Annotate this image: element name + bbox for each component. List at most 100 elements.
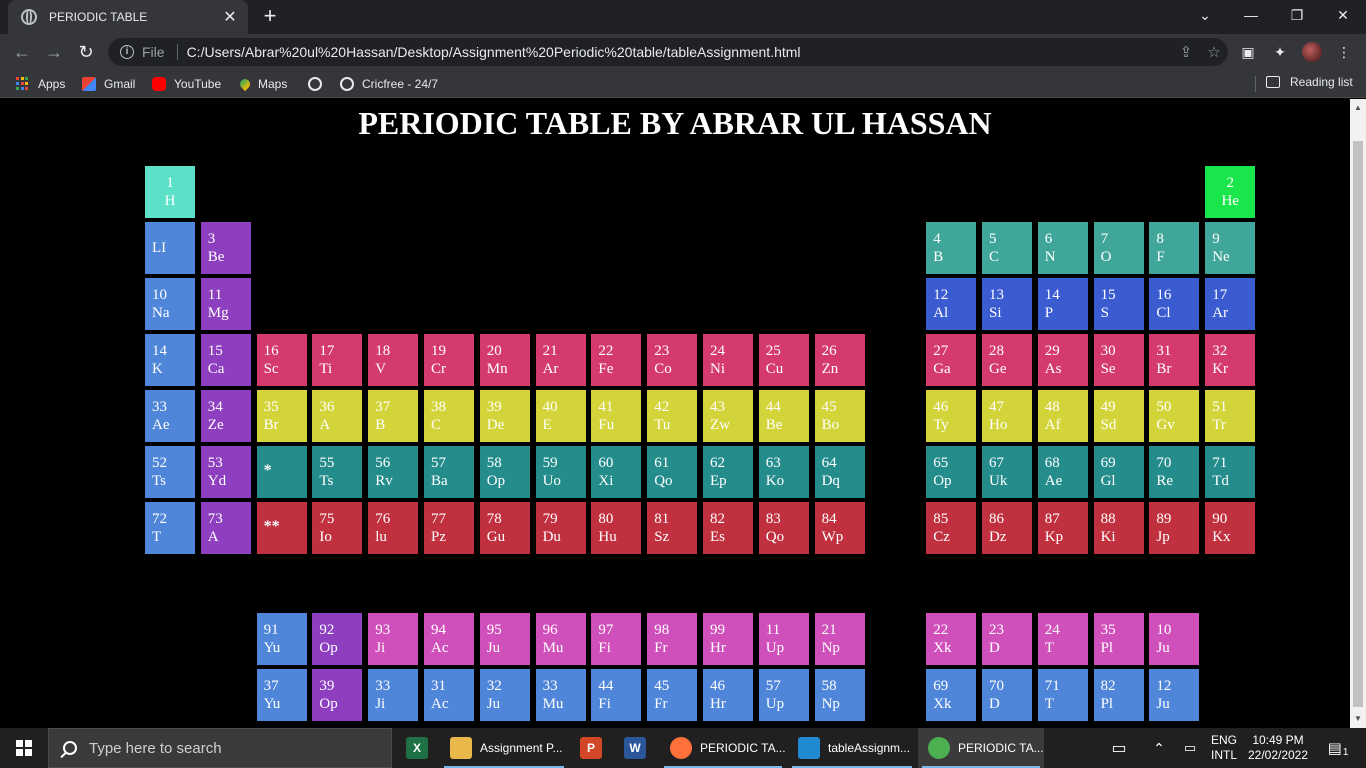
element-number: 67 — [989, 455, 1004, 471]
bookmark-star-icon[interactable]: ☆ — [1200, 43, 1228, 61]
element-cell: 56 Rv — [368, 446, 419, 498]
element-cell: 70 D — [982, 669, 1032, 721]
bookmark-globe[interactable] — [308, 75, 330, 93]
element-number: 99 — [710, 622, 725, 638]
menu-kebab-icon[interactable]: ⋮ — [1334, 42, 1354, 62]
element-cell: 31 Ac — [424, 669, 474, 721]
element-cell: 64 Dq — [814, 446, 865, 498]
media-icon[interactable]: ▣ — [1238, 42, 1258, 62]
element-symbol: Ep — [710, 473, 727, 489]
back-arrow-icon[interactable]: ← — [10, 40, 34, 64]
element-number: 31 — [1156, 343, 1172, 359]
search-icon — [63, 741, 77, 755]
globe-icon — [21, 9, 37, 25]
element-symbol: E — [542, 417, 552, 433]
powerpoint-icon: P — [580, 737, 602, 759]
taskbar-app-button[interactable]: PERIODIC TA... — [660, 728, 786, 768]
element-symbol: Sc — [263, 361, 279, 377]
element-number: 22 — [933, 622, 949, 638]
taskbar-app-button[interactable]: W — [614, 728, 658, 768]
language-indicator[interactable]: ENG INTL — [1206, 728, 1242, 768]
element-number: 3 — [207, 231, 216, 247]
element-symbol: Gl — [1100, 473, 1116, 489]
share-icon[interactable]: ⇪ — [1172, 43, 1200, 61]
element-symbol: Rv — [375, 473, 393, 489]
element-number: 10 — [1156, 622, 1172, 638]
element-symbol: Ni — [710, 361, 725, 377]
element-number: 12 — [1156, 678, 1172, 694]
element-cell: 29 As — [1037, 334, 1088, 386]
element-cell: 14 K — [145, 334, 195, 386]
minimize-button[interactable]: — — [1228, 0, 1274, 30]
scroll-up-arrow-icon[interactable]: ▲ — [1350, 101, 1366, 115]
bookmark-cricfree[interactable]: Cricfree - 24/7 — [340, 75, 438, 93]
element-cell: 21 Np — [814, 613, 865, 665]
restore-button[interactable]: ❐ — [1274, 0, 1320, 30]
element-symbol: Mg — [207, 305, 229, 321]
element-symbol: Op — [486, 473, 506, 489]
element-number: 79 — [542, 511, 558, 527]
element-cell: 80 Hu — [591, 502, 642, 554]
element-symbol: Be — [765, 417, 783, 433]
notifications-icon[interactable]: ▤ 1 — [1318, 728, 1358, 768]
browser-tab[interactable]: PERIODIC TABLE ✕ — [8, 0, 248, 34]
chevron-up-icon[interactable]: ⌃ — [1146, 728, 1172, 768]
element-cell: 6N — [1037, 222, 1088, 274]
address-bar[interactable]: i File C:/Users/Abrar%20ul%20Hassan/Desk… — [108, 38, 1228, 66]
extensions-icon[interactable]: ✦ — [1270, 42, 1290, 62]
element-number: 51 — [1212, 399, 1228, 415]
element-number: 70 — [1156, 455, 1172, 471]
element-symbol: Dq — [821, 473, 840, 489]
element-symbol: A — [319, 417, 331, 433]
url-text[interactable]: C:/Users/Abrar%20ul%20Hassan/Desktop/Ass… — [187, 44, 1172, 60]
bookmark-gmail[interactable]: Gmail — [82, 75, 135, 93]
element-symbol: Hr — [710, 640, 726, 656]
info-icon[interactable]: i — [120, 45, 134, 59]
windows-logo-icon — [16, 740, 32, 756]
taskbar-app-button[interactable]: P — [570, 728, 614, 768]
element-number: 17 — [319, 343, 335, 359]
tab-close-button[interactable]: ✕ — [220, 7, 240, 27]
element-symbol: Np — [821, 640, 840, 656]
element-cell: 18 V — [368, 334, 419, 386]
reload-icon[interactable]: ↻ — [74, 40, 98, 64]
taskbar-app-button[interactable]: tableAssignm... — [788, 728, 916, 768]
new-tab-button[interactable]: + — [258, 4, 282, 28]
bookmark-youtube[interactable]: YouTube — [152, 75, 221, 93]
notification-bubble-icon: ▤ — [1327, 740, 1342, 757]
element-cell: 81 Sz — [647, 502, 698, 554]
bookmark-apps[interactable]: Apps — [16, 75, 65, 93]
element-number: 50 — [1156, 399, 1172, 415]
clock[interactable]: 10:49 PM 22/02/2022 — [1244, 728, 1312, 768]
element-cell: 23 Co — [647, 334, 698, 386]
element-number: 92 — [319, 622, 335, 638]
profile-avatar[interactable] — [1302, 42, 1322, 62]
reading-list-button[interactable]: Reading list — [1266, 75, 1353, 89]
close-window-button[interactable]: ✕ — [1320, 0, 1366, 30]
page-scrollbar[interactable]: ▲ ▼ — [1350, 99, 1366, 728]
element-number: 56 — [375, 455, 391, 471]
element-number: 27 — [933, 343, 949, 359]
battery-icon[interactable]: ▭ — [1176, 728, 1204, 768]
element-number: 28 — [989, 343, 1004, 359]
scroll-down-arrow-icon[interactable]: ▼ — [1350, 712, 1366, 726]
scrollbar-thumb[interactable] — [1353, 141, 1363, 707]
tab-search-icon[interactable]: ⌄ — [1182, 0, 1228, 30]
taskbar-app-button[interactable]: Assignment P... — [440, 728, 568, 768]
element-number: 16 — [263, 343, 279, 359]
element-cell: 70 Re — [1149, 446, 1200, 498]
taskbar-app-button[interactable]: PERIODIC TA... — [918, 728, 1044, 768]
taskbar-app-label: PERIODIC TA... — [700, 741, 786, 755]
element-symbol: Ae — [152, 417, 170, 433]
taskbar-search-box[interactable]: Type here to search — [48, 728, 392, 768]
taskbar-app-button[interactable]: X — [396, 728, 440, 768]
element-number: 69 — [933, 678, 949, 694]
element-symbol: Be — [207, 249, 225, 265]
element-symbol: Ca — [207, 361, 225, 377]
screen-icon[interactable]: ▭ — [1102, 728, 1136, 768]
forward-arrow-icon[interactable]: → — [42, 40, 66, 64]
bookmark-maps[interactable]: Maps — [237, 75, 287, 93]
element-number: 73 — [207, 511, 223, 527]
start-button[interactable] — [0, 728, 48, 768]
element-cell: 33 Ji — [368, 669, 419, 721]
